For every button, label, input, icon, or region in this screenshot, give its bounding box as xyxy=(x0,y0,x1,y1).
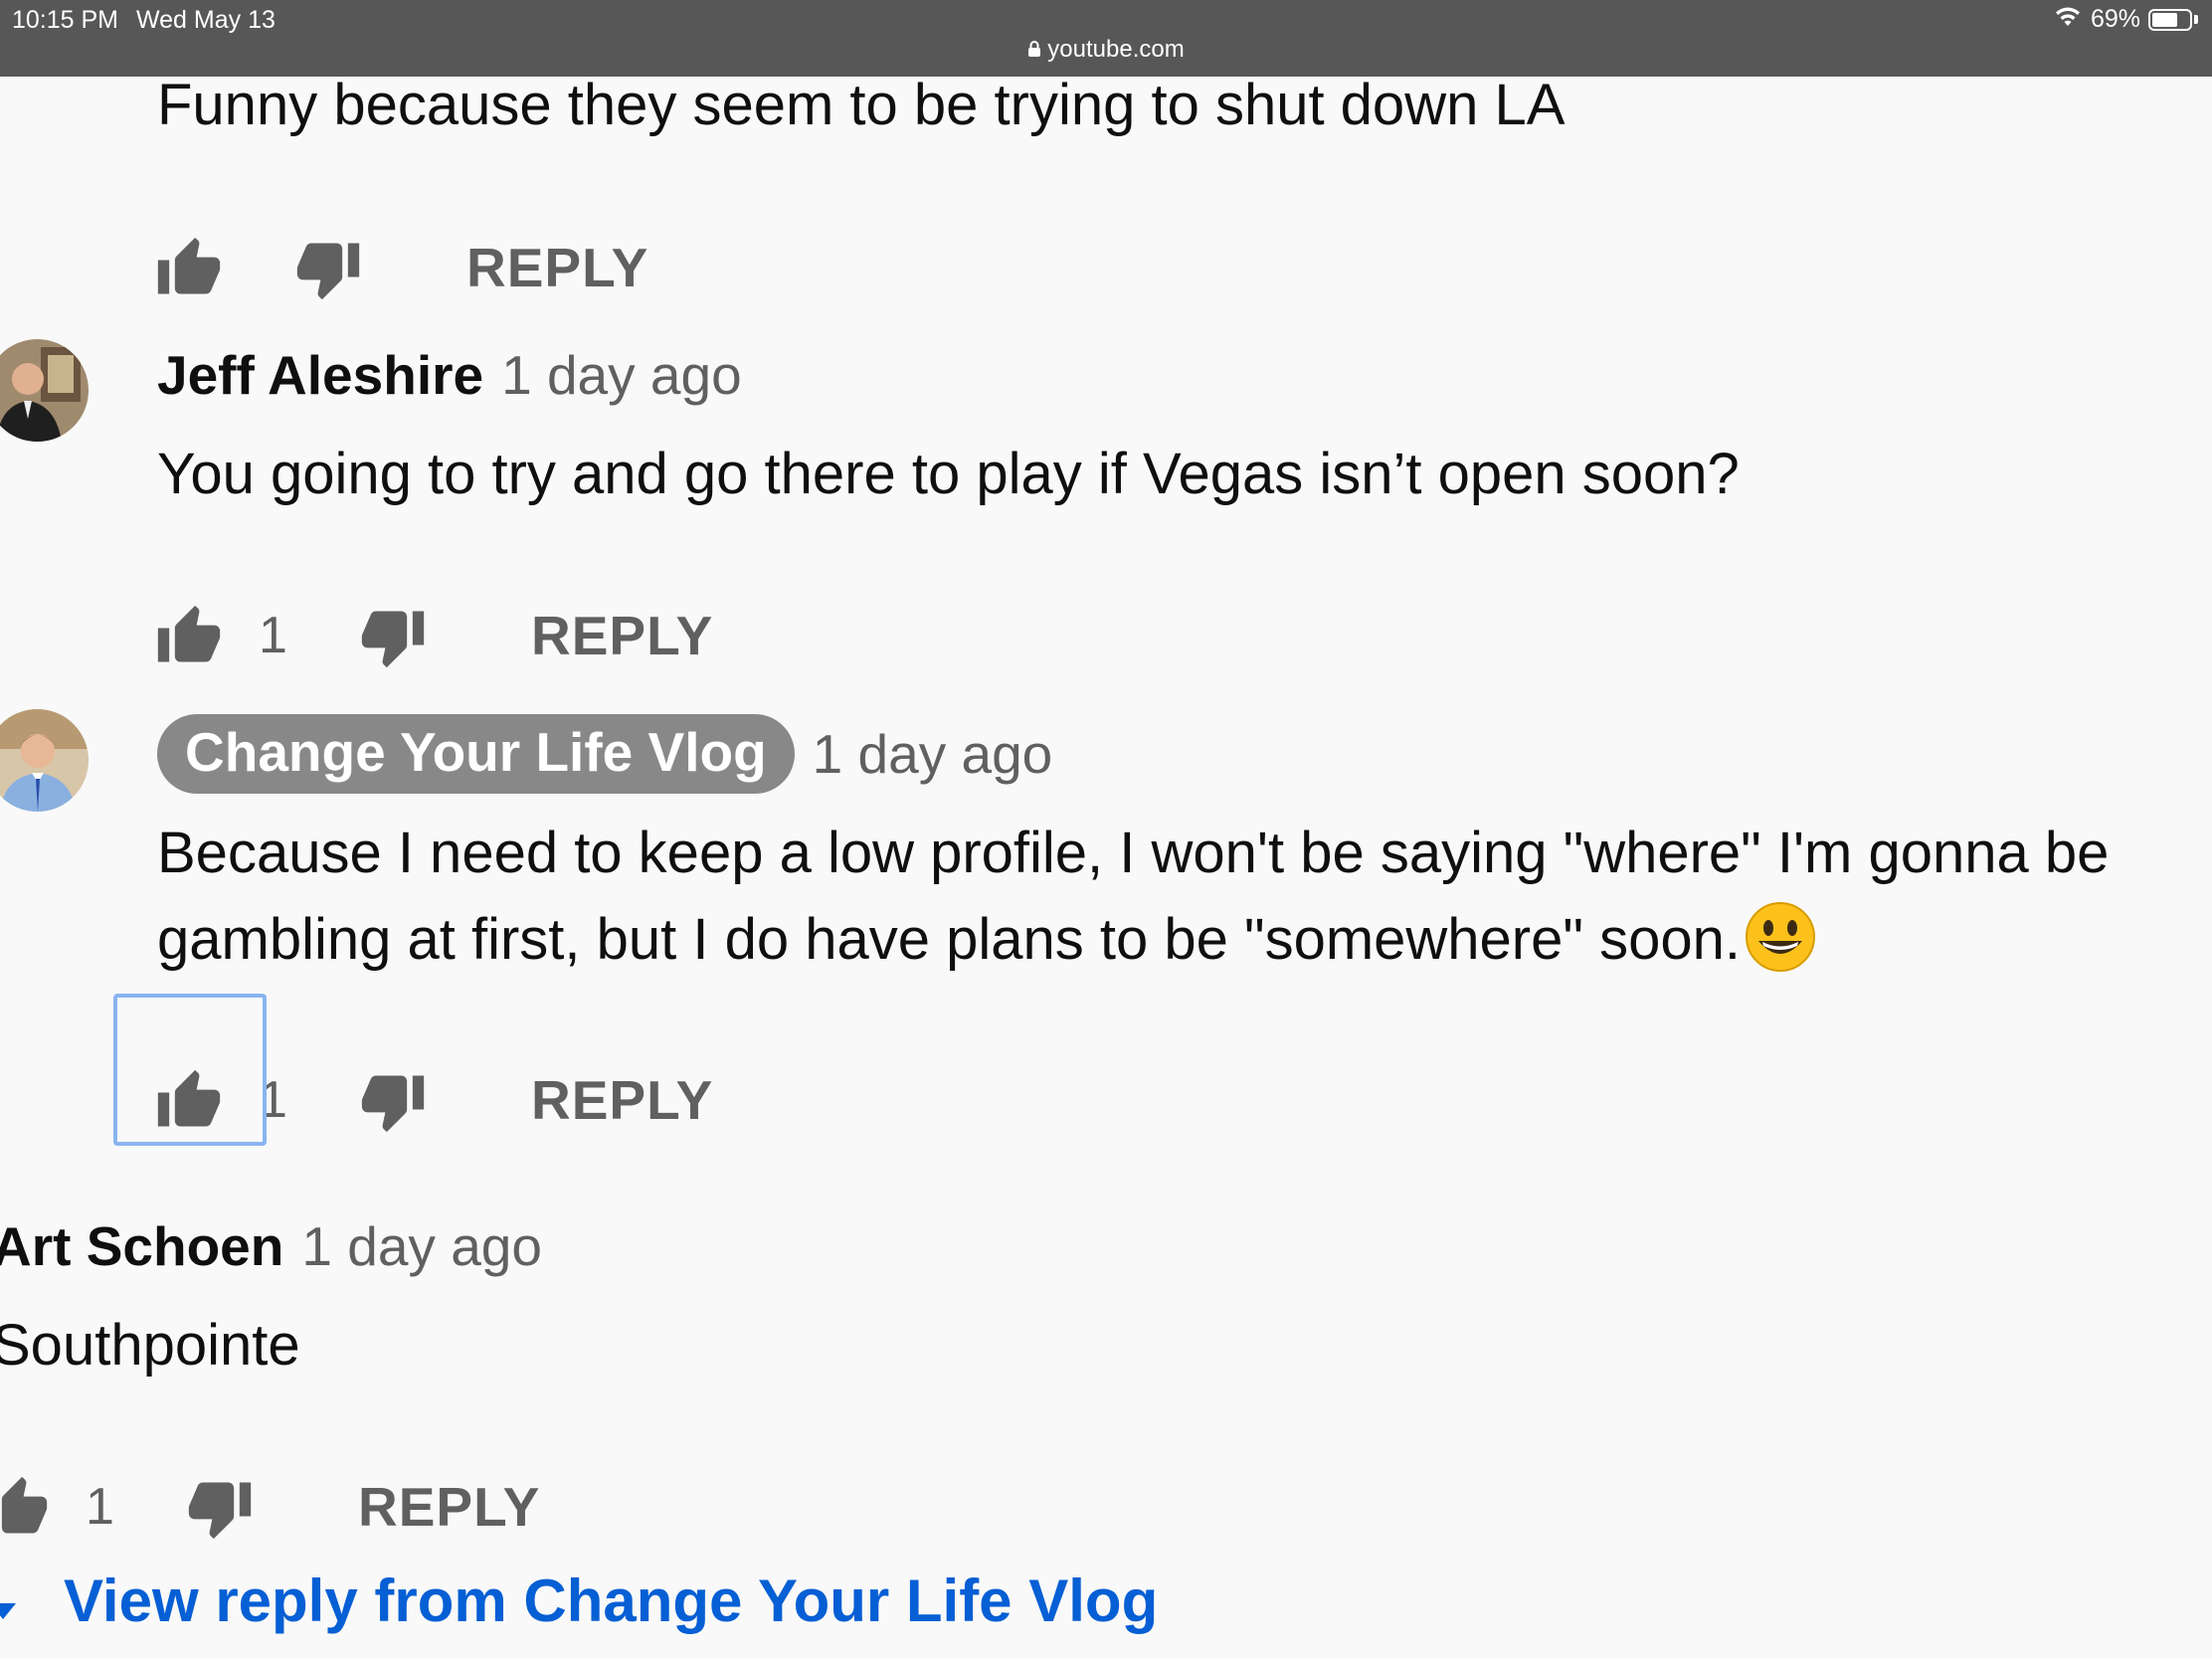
dislike-button[interactable] xyxy=(288,224,368,313)
avatar[interactable] xyxy=(0,709,89,812)
dislike-button[interactable] xyxy=(353,1056,433,1146)
comment-actions: REPLY xyxy=(149,224,746,313)
dislike-button[interactable] xyxy=(353,592,433,681)
thumbs-up-icon xyxy=(0,1474,50,1542)
battery-icon xyxy=(2148,8,2192,31)
avatar[interactable] xyxy=(0,339,89,442)
view-reply-link[interactable]: View reply from Change Your Life Vlog xyxy=(0,1559,1158,1642)
comment-age: 1 day ago xyxy=(301,1215,542,1277)
comment-actions: 1 REPLY xyxy=(0,1463,672,1553)
focus-ring xyxy=(113,994,267,1146)
battery-tip xyxy=(2194,15,2198,24)
thumbs-up-icon xyxy=(155,603,223,670)
url-text: youtube.com xyxy=(1047,36,1185,63)
battery-percent: 69% xyxy=(2090,5,2140,33)
view-reply-label: View reply from Change Your Life Vlog xyxy=(64,1567,1159,1634)
thumbs-up-icon xyxy=(155,235,223,302)
thumbs-down-icon xyxy=(186,1474,254,1542)
wifi-icon xyxy=(2053,4,2083,35)
status-right: 69% xyxy=(2053,4,2198,35)
caret-down-icon xyxy=(0,1567,16,1635)
creator-name-chip[interactable]: Change Your Life Vlog xyxy=(157,714,795,794)
comment-text-line-1: Because I need to keep a low profile, I … xyxy=(157,821,2110,885)
status-bar: 10:15 PM Wed May 13 69% youtube.com xyxy=(0,0,2212,77)
comment-text: Southpointe xyxy=(0,1313,300,1378)
comment-actions: 1 REPLY xyxy=(149,592,845,681)
comment-text: You going to try and go there to play if… xyxy=(157,442,1740,506)
comment-text-line-2: gambling at first, but I do have plans t… xyxy=(157,896,1816,997)
comment-age: 1 day ago xyxy=(812,723,1053,785)
url-bar[interactable]: youtube.com xyxy=(0,36,2212,65)
author-name[interactable]: Jeff Aleshire xyxy=(157,343,483,407)
grinning-emoji-icon xyxy=(1745,901,1816,997)
status-time: 10:15 PM xyxy=(12,6,119,34)
status-date: Wed May 13 xyxy=(136,6,276,34)
battery-fill xyxy=(2152,12,2177,27)
like-count: 1 xyxy=(86,1478,114,1536)
reply-button[interactable]: REPLY xyxy=(358,1475,540,1539)
comment-text-line-2-text: gambling at first, but I do have plans t… xyxy=(157,907,1741,972)
thumbs-down-icon xyxy=(294,235,362,302)
comments-section: Funny because they seem to be trying to … xyxy=(0,77,2212,1659)
comment-header: Jeff Aleshire 1 day ago xyxy=(157,335,742,415)
like-button[interactable] xyxy=(149,592,229,681)
like-count: 1 xyxy=(259,607,287,664)
comment-age: 1 day ago xyxy=(501,344,742,406)
dislike-button[interactable] xyxy=(180,1463,260,1553)
comment-header: Change Your Life Vlog 1 day ago xyxy=(157,709,1052,799)
comment-text: Funny because they seem to be trying to … xyxy=(157,77,1566,137)
like-button[interactable] xyxy=(0,1463,56,1553)
reply-button[interactable]: REPLY xyxy=(466,236,648,299)
author-name[interactable]: Art Schoen xyxy=(0,1214,283,1278)
reply-button[interactable]: REPLY xyxy=(531,1068,713,1132)
reply-button[interactable]: REPLY xyxy=(531,604,713,667)
like-button[interactable] xyxy=(149,224,229,313)
thumbs-down-icon xyxy=(359,1067,427,1135)
comment-header: Art Schoen 1 day ago xyxy=(0,1206,542,1286)
thumbs-down-icon xyxy=(359,603,427,670)
lock-icon xyxy=(1027,37,1041,65)
